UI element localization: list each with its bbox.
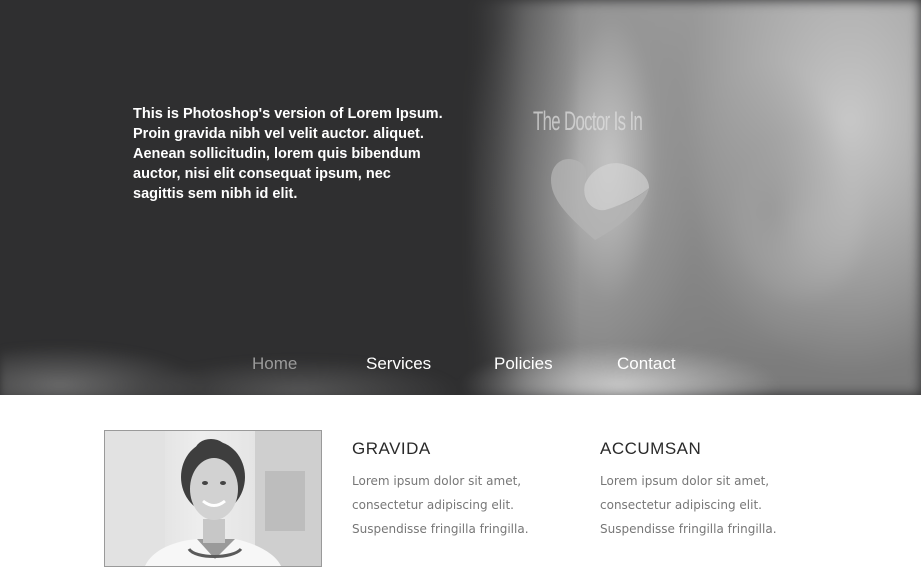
main-navigation: Home Services Policies Contact bbox=[0, 352, 921, 382]
nav-item-services[interactable]: Services bbox=[366, 354, 431, 374]
heart-icon bbox=[551, 158, 649, 240]
nav-item-home[interactable]: Home bbox=[252, 354, 297, 374]
brand-logo[interactable]: The Doctor Is In bbox=[533, 106, 673, 256]
column-heading: GRAVIDA bbox=[352, 439, 431, 458]
doctor-photo bbox=[104, 430, 322, 567]
column-body-line: consectetur adipiscing elit. bbox=[352, 498, 514, 512]
brand-title: The Doctor Is In bbox=[533, 106, 643, 136]
hero-banner: This is Photoshop's version of Lorem Ips… bbox=[0, 0, 921, 395]
column-body-line: Suspendisse fringilla fringilla. bbox=[352, 522, 529, 536]
column-body: Lorem ipsum dolor sit amet, consectetur … bbox=[600, 469, 820, 541]
content-column-gravida: GRAVIDA Lorem ipsum dolor sit amet, cons… bbox=[352, 438, 572, 541]
column-body-line: consectetur adipiscing elit. bbox=[600, 498, 762, 512]
content-column-accumsan: ACCUMSAN Lorem ipsum dolor sit amet, con… bbox=[600, 438, 820, 541]
doctor-portrait-image bbox=[105, 431, 321, 566]
nav-item-policies[interactable]: Policies bbox=[494, 354, 553, 374]
hero-intro-text: This is Photoshop's version of Lorem Ips… bbox=[133, 106, 443, 202]
column-body: Lorem ipsum dolor sit amet, consectetur … bbox=[352, 469, 572, 541]
column-body-line: Lorem ipsum dolor sit amet, bbox=[600, 474, 770, 488]
column-heading: ACCUMSAN bbox=[600, 439, 702, 458]
nav-item-contact[interactable]: Contact bbox=[617, 354, 676, 374]
column-body-line: Suspendisse fringilla fringilla. bbox=[600, 522, 777, 536]
column-body-line: Lorem ipsum dolor sit amet, bbox=[352, 474, 522, 488]
